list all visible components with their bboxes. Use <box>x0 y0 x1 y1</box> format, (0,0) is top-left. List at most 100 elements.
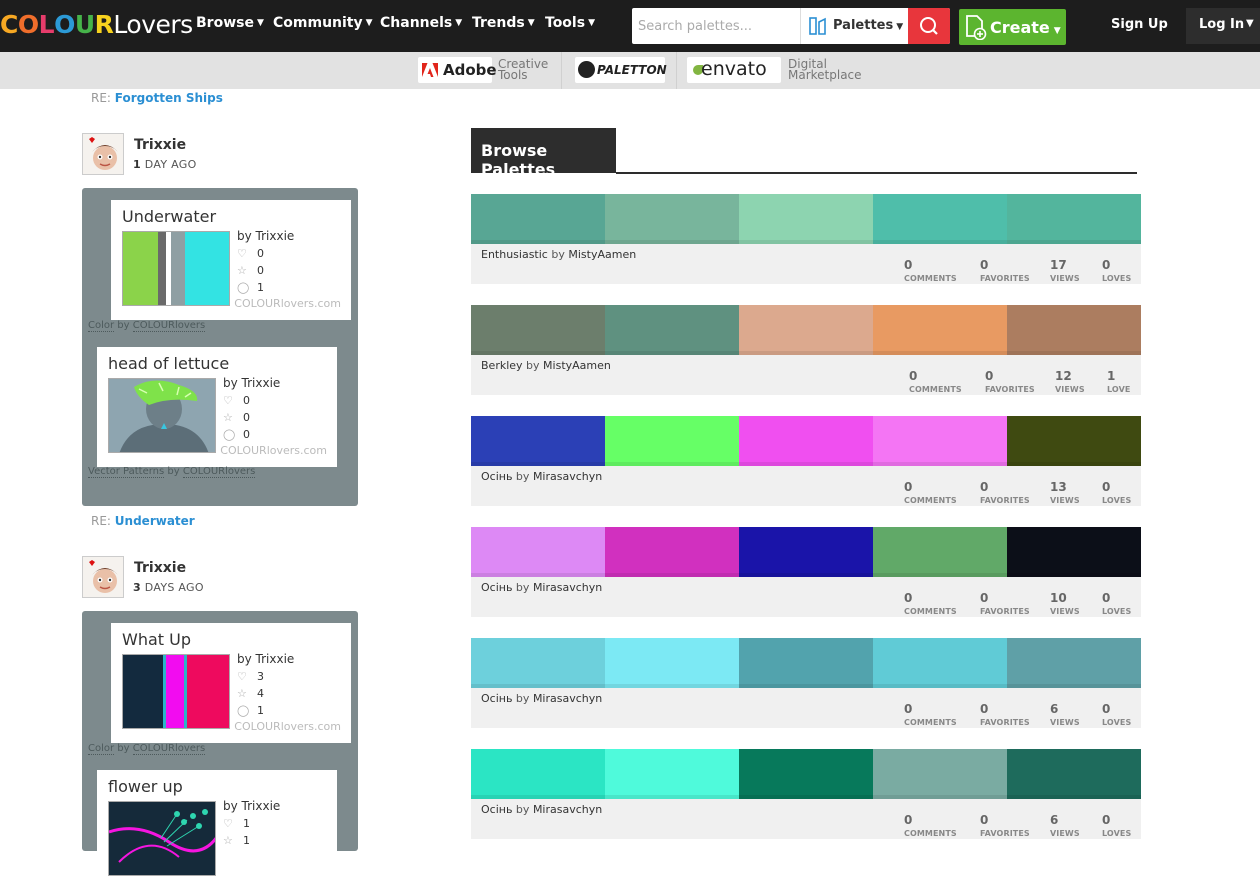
caption-source-link[interactable]: COLOURlovers <box>132 743 206 755</box>
comments-count: 1 <box>257 281 264 294</box>
palette-item[interactable]: Осінь by Mirasavchyn 0 COMMENTS 0 FAVORITES 6… <box>471 749 1141 839</box>
nav-community[interactable]: Community ▼ <box>273 15 373 31</box>
palette-swatches[interactable] <box>471 194 1141 244</box>
avatar[interactable] <box>82 133 124 175</box>
card-title: head of lettuce <box>108 354 230 373</box>
palette-author-link[interactable]: Mirasavchyn <box>533 470 602 483</box>
loves-count: 3 <box>257 670 264 683</box>
colourlovers-logo[interactable]: COLOURLovers <box>0 10 193 40</box>
paletton-logo[interactable]: PALETTON <box>575 57 667 83</box>
nav-channels[interactable]: Channels ▼ <box>380 15 462 31</box>
palette-swatch <box>873 638 1007 688</box>
caption-kind-link[interactable]: Color <box>88 743 115 755</box>
views-label: VIEWS <box>1050 274 1080 283</box>
re-link-forgotten-ships[interactable]: Forgotten Ships <box>115 91 223 105</box>
search-button[interactable] <box>908 8 950 44</box>
color-swatch-preview <box>122 231 230 306</box>
reply-reference: RE: Forgotten Ships <box>91 91 223 105</box>
caption-kind-link[interactable]: Vector Patterns <box>88 466 165 478</box>
top-navbar: COLOURLovers Browse ▼ Community ▼ Channels… <box>0 0 1260 52</box>
views-count: 12 <box>1055 369 1072 383</box>
palette-stat-views: 6 VIEWS <box>1050 702 1080 727</box>
loves-count: 0 <box>1102 591 1111 605</box>
palette-item[interactable]: Осінь by Mirasavchyn 0 COMMENTS 0 FAVORITES 1… <box>471 416 1141 506</box>
card-title: flower up <box>108 777 183 796</box>
palette-name-link[interactable]: Осінь <box>481 692 512 705</box>
palette-item[interactable]: Berkley by MistyAamen 0 COMMENTS 0 FAVORITES… <box>471 305 1141 395</box>
favorites-count: 0 <box>980 258 989 272</box>
log-in-label: Log In <box>1199 17 1245 32</box>
palette-swatch <box>471 527 605 577</box>
feed-username[interactable]: Trixxie <box>134 137 186 153</box>
author-name[interactable]: Trixxie <box>256 229 295 243</box>
caption-kind-link[interactable]: Color <box>88 320 115 332</box>
favorites-count: 1 <box>243 834 250 847</box>
comment-icon: ◯ <box>237 704 250 717</box>
nav-trends[interactable]: Trends ▼ <box>472 15 535 31</box>
palette-swatch <box>605 638 739 688</box>
palette-item[interactable]: Осінь by Mirasavchyn 0 COMMENTS 0 FAVORITES 6… <box>471 638 1141 728</box>
caption-source-link[interactable]: COLOURlovers <box>132 320 206 332</box>
chevron-down-icon: ▼ <box>455 18 463 28</box>
palette-name-link[interactable]: Enthusiastic <box>481 248 548 261</box>
palette-stat-views: 6 VIEWS <box>1050 813 1080 838</box>
palette-name-link[interactable]: Осінь <box>481 803 512 816</box>
palette-swatch <box>739 527 873 577</box>
adobe-logo[interactable]: Adobe <box>418 57 497 83</box>
chevron-down-icon: ▼ <box>1246 18 1254 29</box>
create-button[interactable]: Create ▼ <box>959 9 1066 45</box>
palette-swatches[interactable] <box>471 749 1141 799</box>
color-card-what-up[interactable]: What Up by Trixxie ♡ 3 ☆ 4 ◯ 1 COLOURlovers… <box>111 623 351 743</box>
chevron-down-icon: ▼ <box>588 18 595 28</box>
palette-author-link[interactable]: Mirasavchyn <box>533 803 602 816</box>
feed-username[interactable]: Trixxie <box>134 560 186 576</box>
comment-icon: ◯ <box>237 281 250 294</box>
palette-author-link[interactable]: MistyAamen <box>543 359 611 372</box>
palette-swatches[interactable] <box>471 638 1141 688</box>
star-icon: ☆ <box>237 687 247 700</box>
browse-palettes-tab[interactable]: Browse Palettes <box>471 128 616 179</box>
palette-name-link[interactable]: Осінь <box>481 470 512 483</box>
palette-swatches[interactable] <box>471 305 1141 355</box>
ago-text: DAYS AGO <box>140 581 204 594</box>
palette-item[interactable]: Осінь by Mirasavchyn 0 COMMENTS 0 FAVORITES 1… <box>471 527 1141 617</box>
card-author: by Trixxie <box>223 376 280 390</box>
palette-author-link[interactable]: Mirasavchyn <box>533 692 602 705</box>
comments-count: 0 <box>909 369 918 383</box>
search-input[interactable] <box>632 8 798 44</box>
palette-stat-comments: 0 COMMENTS <box>904 258 957 283</box>
palette-name-link[interactable]: Berkley <box>481 359 523 372</box>
palette-swatch <box>1007 194 1141 244</box>
palette-stat-favorites: 0 FAVORITES <box>980 591 1030 616</box>
card-author: by Trixxie <box>237 229 294 243</box>
favorites-label: FAVORITES <box>980 496 1030 505</box>
search-type-label: Palettes <box>833 18 894 33</box>
author-name[interactable]: Trixxie <box>242 799 281 813</box>
author-name[interactable]: Trixxie <box>242 376 281 390</box>
caption-source-link[interactable]: COLOURlovers <box>182 466 256 478</box>
card-caption: Color by COLOURlovers <box>88 320 206 332</box>
log-in-button[interactable]: Log In ▼ <box>1186 8 1260 44</box>
card-caption: Vector Patterns by COLOURlovers <box>88 466 256 478</box>
author-name[interactable]: Trixxie <box>256 652 295 666</box>
sign-up-link[interactable]: Sign Up <box>1111 17 1168 32</box>
views-count: 13 <box>1050 480 1067 494</box>
search-type-dropdown[interactable]: Palettes ▼ <box>800 8 908 44</box>
palette-name-link[interactable]: Осінь <box>481 581 512 594</box>
palette-swatch <box>471 305 605 355</box>
palette-item[interactable]: Enthusiastic by MistyAamen 0 COMMENTS 0 FAVO… <box>471 194 1141 284</box>
color-card-underwater[interactable]: Underwater by Trixxie ♡ 0 ☆ 0 ◯ 1 COLOURlov… <box>111 200 351 320</box>
palette-author-link[interactable]: MistyAamen <box>568 248 636 261</box>
palette-swatches[interactable] <box>471 527 1141 577</box>
pattern-card-head-of-lettuce[interactable]: head of lettuce by Trixxie ♡ 0 ☆ 0 ◯ 0 COLO… <box>97 347 337 467</box>
re-link-underwater[interactable]: Underwater <box>115 514 195 528</box>
palette-author-link[interactable]: Mirasavchyn <box>533 581 602 594</box>
palette-swatch <box>471 749 605 799</box>
envato-logo[interactable]: envato <box>687 57 781 83</box>
favorites-count: 0 <box>985 369 994 383</box>
nav-browse[interactable]: Browse ▼ <box>196 15 264 31</box>
pattern-card-flower-up[interactable]: flower up by Trixxie ♡ 1 ☆ 1 <box>97 770 337 890</box>
palette-swatches[interactable] <box>471 416 1141 466</box>
avatar[interactable] <box>82 556 124 598</box>
nav-tools[interactable]: Tools ▼ <box>545 15 595 31</box>
